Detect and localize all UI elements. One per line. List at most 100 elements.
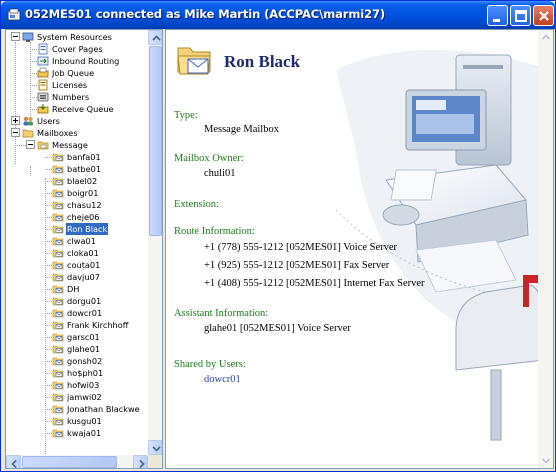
mailbox-icon [52, 237, 64, 246]
extension-label: Extension: [174, 199, 219, 210]
scroll-down-button[interactable] [538, 453, 553, 468]
tree-guide-line [45, 337, 52, 338]
tree-node-job-queue[interactable]: Job Queue [6, 67, 148, 79]
route-information-label: Route Information: [174, 226, 255, 237]
mailbox-list-item[interactable]: dowcr01 [6, 307, 148, 319]
mailbox-list-item[interactable]: jamwi02 [6, 391, 148, 403]
scroll-down-button[interactable] [148, 440, 162, 455]
mailbox-list-item[interactable]: kwaja01 [6, 427, 148, 439]
mailbox-icon [52, 345, 64, 354]
tree-guide-line [45, 301, 52, 302]
mailbox-list-item[interactable]: batbe01 [6, 163, 148, 175]
licenses-icon [38, 79, 48, 91]
mailbox-icon [52, 261, 64, 270]
tree-guide-line [45, 409, 52, 410]
tree-node-mailboxes[interactable]: Mailboxes [6, 127, 148, 139]
tree-node-inbound-routing[interactable]: Inbound Routing [6, 55, 148, 67]
tree-guide-line [30, 49, 37, 50]
assistant-information-label: Assistant Information: [174, 308, 269, 319]
mailbox-list-item[interactable]: gonsh02 [6, 355, 148, 367]
minimize-button[interactable] [487, 5, 508, 26]
mailbox-list-item[interactable]: dorgu01 [6, 295, 148, 307]
mailbox-list-item-label: cloka01 [67, 248, 99, 258]
mailbox-list-item[interactable]: couta01 [6, 259, 148, 271]
mailbox-icon [52, 249, 64, 258]
title-bar[interactable]: 052MES01 connected as Mike Martin (ACCPA… [1, 1, 555, 29]
mailbox-list-item[interactable]: boigr01 [6, 187, 148, 199]
collapse-toggle[interactable] [11, 128, 20, 137]
mailbox-list-item[interactable]: Frank Kirchhoff [6, 319, 148, 331]
mailbox-icon [52, 297, 64, 306]
tree-node-label: Mailboxes [37, 128, 78, 138]
close-button[interactable] [533, 5, 554, 26]
tree-guide-line [45, 397, 52, 398]
scroll-up-button[interactable] [148, 30, 162, 45]
scroll-right-button[interactable] [133, 455, 148, 468]
tree-node-numbers[interactable]: Numbers [6, 91, 148, 103]
expand-toggle[interactable] [11, 116, 20, 125]
mailbox-list-item[interactable]: hofwi03 [6, 379, 148, 391]
tree-node-cover-pages[interactable]: Cover Pages [6, 43, 148, 55]
folder-open-icon [22, 129, 34, 138]
mailbox-list-item[interactable]: kusgu01 [6, 415, 148, 427]
mailbox-list-item-label: couta01 [67, 260, 101, 270]
tree-guide-line [45, 205, 52, 206]
scroll-up-button[interactable] [538, 30, 553, 45]
mailbox-list-item[interactable]: ho$ph01 [6, 367, 148, 379]
tree-vertical-scrollbar[interactable] [148, 30, 162, 455]
mailbox-icon [52, 393, 64, 402]
tree-node-licenses[interactable]: Licenses [6, 79, 148, 91]
tree-node-message[interactable]: Message [6, 139, 148, 151]
job-queue-icon [37, 67, 49, 78]
tree-node-label: Receive Queue [52, 104, 114, 114]
tree-node-system-resources[interactable]: System Resources [6, 31, 148, 43]
mailbox-list-item-label: clwa01 [67, 236, 96, 246]
scroll-left-button[interactable] [6, 455, 21, 468]
tree-guide-line [30, 73, 37, 74]
fax-server-app-icon [7, 8, 21, 21]
shared-by-users-link[interactable]: dowcr01 [204, 374, 241, 385]
mailbox-list-item[interactable]: blael02 [6, 175, 148, 187]
tree-horizontal-scrollbar[interactable] [6, 455, 148, 468]
numbers-icon [37, 92, 49, 102]
shared-by-users-label: Shared by Users: [174, 359, 246, 370]
type-label: Type: [174, 110, 198, 121]
tree-node-users[interactable]: Users [6, 115, 148, 127]
maximize-button[interactable] [510, 5, 531, 26]
mailbox-list-item[interactable]: glahe01 [6, 343, 148, 355]
window-title: 052MES01 connected as Mike Martin (ACCPA… [25, 7, 386, 21]
chevron-right-icon [139, 459, 145, 468]
mailbox-list-item[interactable]: davju07 [6, 271, 148, 283]
mailbox-list-item-label: kusgu01 [67, 416, 102, 426]
mailbox-list-item-label: banfa01 [67, 152, 101, 162]
detail-vertical-scrollbar[interactable] [538, 30, 553, 468]
mailbox-list-item[interactable]: Jonathan Blackwe [6, 403, 148, 415]
mailbox-list-item[interactable]: cheje06 [6, 211, 148, 223]
mailbox-list-item[interactable]: cloka01 [6, 247, 148, 259]
mailbox-list-item-label: boigr01 [67, 188, 99, 198]
mailbox-list-item[interactable]: clwa01 [6, 235, 148, 247]
mailbox-list-item[interactable]: Ron Black [6, 222, 148, 236]
navigation-tree-pane[interactable]: System Resources Cover Pages Inbound Rou… [5, 29, 163, 469]
tree-node-label: Inbound Routing [52, 56, 120, 66]
tree-guide-line [45, 181, 52, 182]
tree-guide-line [45, 373, 52, 374]
scroll-thumb[interactable] [149, 46, 162, 236]
collapse-toggle[interactable] [26, 140, 35, 149]
mailbox-icon [52, 177, 64, 186]
route-item: +1 (925) 555-1212 [052MES01] Fax Server [204, 260, 390, 271]
navigation-tree[interactable]: System Resources Cover Pages Inbound Rou… [6, 30, 148, 455]
tree-node-label: Licenses [52, 80, 88, 90]
tree-node-receive-queue[interactable]: Receive Queue [6, 103, 148, 115]
mailbox-list-item[interactable]: garsc01 [6, 331, 148, 343]
mailbox-list-item-label: hofwi03 [67, 380, 100, 390]
mailbox-list-item[interactable]: DH [6, 283, 148, 295]
scroll-thumb[interactable] [22, 456, 117, 468]
mailbox-list-item[interactable]: chasu12 [6, 199, 148, 211]
collapse-toggle[interactable] [11, 32, 20, 41]
type-value: Message Mailbox [204, 124, 279, 135]
chevron-down-icon [152, 446, 161, 452]
mailbox-list-item[interactable]: banfa01 [6, 151, 148, 163]
tree-node-label: Numbers [52, 92, 90, 102]
tree-node-label: System Resources [37, 32, 112, 42]
